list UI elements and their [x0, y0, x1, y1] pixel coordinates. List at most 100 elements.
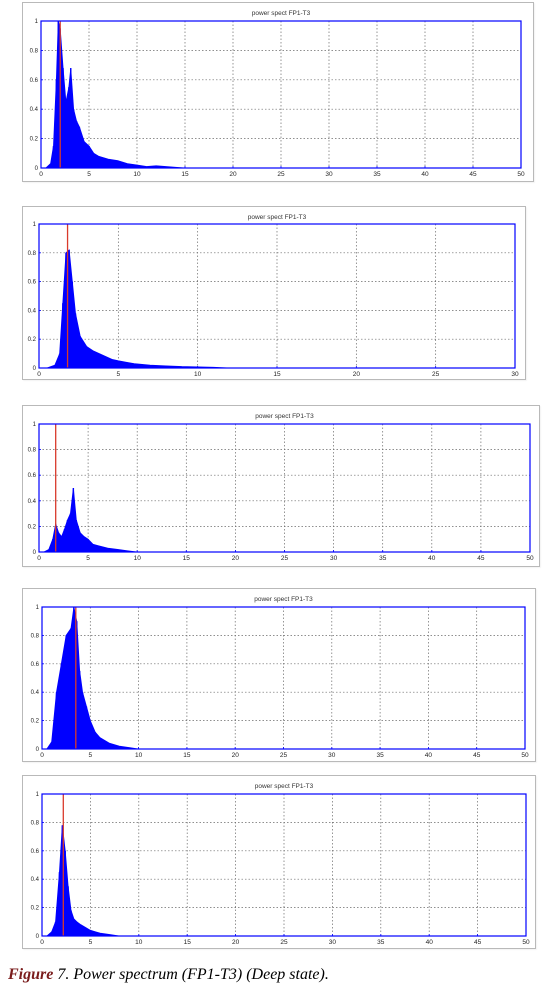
- chart-panel-2: power spect FP1-T3 0 5 10 15 20 25 30 0 0.2 0.4 0.6…: [22, 206, 526, 380]
- gridlines: [39, 424, 530, 552]
- figure-caption-text: 7. Power spectrum (FP1-T3) (Deep state).: [53, 966, 329, 983]
- spectrum-area: [44, 20, 186, 169]
- x-tick-label: 15: [183, 555, 191, 562]
- x-tick-label: 10: [194, 371, 202, 378]
- chart-panel-3: power spect FP1-T3 0 5 10 15 20 25 30 35 40 45 50 0 0…: [22, 405, 540, 567]
- x-tick-label: 5: [87, 171, 91, 178]
- y-tick-label: 0.4: [31, 690, 40, 696]
- x-tick-label: 30: [325, 171, 333, 178]
- y-tick-label: 0: [33, 550, 37, 556]
- chart-title: power spect FP1-T3: [248, 214, 307, 221]
- x-tick-label: 40: [426, 939, 434, 946]
- x-tick-label: 30: [328, 752, 336, 759]
- x-tick-label: 45: [474, 939, 482, 946]
- y-tick-label: 0.4: [30, 107, 39, 113]
- x-tick-label: 0: [39, 171, 43, 178]
- y-tick-label: 0.2: [28, 337, 37, 343]
- spectrum-area: [46, 249, 230, 369]
- x-tick-label: 20: [232, 939, 240, 946]
- x-tick-label: 35: [376, 752, 384, 759]
- y-tick-label: 0: [35, 166, 39, 172]
- x-tick-label: 25: [280, 752, 288, 759]
- gridlines: [39, 224, 515, 368]
- x-tick-label: 10: [135, 939, 143, 946]
- x-tick-label: 15: [181, 171, 189, 178]
- x-tick-label: 10: [133, 171, 141, 178]
- x-tick-label: 0: [37, 371, 41, 378]
- x-tick-label: 5: [88, 752, 92, 759]
- x-tick-label: 15: [183, 752, 191, 759]
- x-tick-label: 0: [40, 752, 44, 759]
- y-tick-label: 1: [36, 605, 40, 611]
- x-tick-label: 15: [184, 939, 192, 946]
- y-tick-label: 0.8: [30, 48, 39, 54]
- y-tick-label: 0.8: [28, 448, 37, 454]
- x-tick-label: 10: [135, 752, 143, 759]
- y-tick-label: 0.2: [31, 719, 40, 725]
- x-tick-label: 50: [521, 752, 529, 759]
- x-tick-label: 25: [281, 555, 289, 562]
- x-tick-label: 45: [477, 555, 485, 562]
- y-tick-label: 0.6: [28, 280, 37, 286]
- chart-title: power spect FP1-T3: [255, 783, 314, 790]
- x-tick-label: 35: [373, 171, 381, 178]
- x-tick-label: 30: [329, 939, 337, 946]
- y-tick-label: 0.8: [28, 251, 37, 257]
- y-tick-label: 0.2: [31, 906, 40, 912]
- x-tick-label: 20: [232, 555, 240, 562]
- y-tick-label: 0.2: [28, 524, 37, 530]
- x-tick-label: 20: [353, 371, 361, 378]
- spectrum-area: [43, 487, 138, 553]
- y-tick-label: 0.4: [31, 877, 40, 883]
- y-tick-label: 0.6: [31, 662, 40, 668]
- x-tick-label: 30: [511, 371, 519, 378]
- x-tick-label: 40: [421, 171, 429, 178]
- gridlines: [42, 607, 525, 749]
- x-tick-label: 25: [280, 939, 288, 946]
- x-tick-label: 15: [273, 371, 281, 378]
- chart-svg: power spect FP1-T3 0 5 10 15 20 25 30 0 0.2 0.4 0.6…: [28, 214, 519, 378]
- chart-panel-4: power spect FP1-T3 0 5 10 15 20 25 30 35 40 45 50 0 0…: [22, 588, 536, 762]
- y-tick-label: 1: [36, 792, 40, 798]
- y-tick-label: 0.6: [28, 473, 37, 479]
- x-tick-label: 25: [277, 171, 285, 178]
- x-tick-label: 5: [89, 939, 93, 946]
- y-tick-label: 0: [36, 934, 40, 940]
- x-tick-label: 0: [37, 555, 41, 562]
- gridlines: [42, 794, 526, 936]
- x-tick-label: 45: [473, 752, 481, 759]
- chart-title: power spect FP1-T3: [255, 413, 314, 420]
- figure-caption-label: Figure: [8, 966, 54, 983]
- x-tick-label: 40: [428, 555, 436, 562]
- y-tick-label: 0.4: [28, 308, 37, 314]
- x-tick-label: 30: [330, 555, 338, 562]
- y-tick-label: 0: [36, 747, 40, 753]
- x-tick-label: 5: [86, 555, 90, 562]
- y-tick-label: 0.8: [31, 633, 40, 639]
- y-tick-label: 1: [35, 19, 39, 25]
- x-tick-label: 40: [425, 752, 433, 759]
- chart-svg: power spect FP1-T3 0 5 10 15 20 25 30 35 40 45 50 0 0…: [30, 10, 525, 178]
- x-tick-label: 5: [117, 371, 121, 378]
- y-tick-label: 0.8: [31, 820, 40, 826]
- x-tick-label: 0: [40, 939, 44, 946]
- chart-svg: power spect FP1-T3 0 5 10 15 20 25 30 35 40 45 50 0 0…: [28, 413, 534, 562]
- chart-svg: power spect FP1-T3 0 5 10 15 20 25 30 35 40 45 50 0 0…: [31, 596, 529, 759]
- x-tick-label: 25: [432, 371, 440, 378]
- y-tick-label: 0.6: [31, 849, 40, 855]
- y-tick-label: 0: [33, 366, 37, 372]
- y-tick-label: 0.4: [28, 499, 37, 505]
- x-tick-label: 50: [517, 171, 525, 178]
- x-tick-label: 20: [232, 752, 240, 759]
- x-tick-label: 45: [469, 171, 477, 178]
- x-tick-label: 35: [379, 555, 387, 562]
- x-tick-label: 50: [522, 939, 530, 946]
- chart-title: power spect FP1-T3: [254, 596, 313, 603]
- x-tick-label: 20: [229, 171, 237, 178]
- y-tick-label: 1: [33, 422, 37, 428]
- x-tick-label: 35: [377, 939, 385, 946]
- chart-title: power spect FP1-T3: [252, 10, 311, 17]
- chart-svg: power spect FP1-T3 0 5 10 15 20 25 30 35 40 45 50 0 0…: [31, 783, 530, 946]
- y-tick-label: 0.2: [30, 137, 39, 143]
- y-tick-label: 1: [33, 222, 37, 228]
